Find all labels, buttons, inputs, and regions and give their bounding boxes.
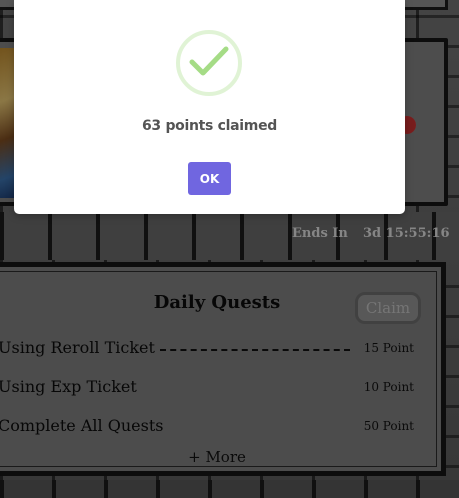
dialog-message: 63 points claimed [141, 118, 277, 134]
points-claimed-dialog: 63 points claimed OK [14, 0, 405, 214]
ok-button[interactable]: OK [188, 162, 231, 195]
success-check-icon [176, 30, 242, 96]
